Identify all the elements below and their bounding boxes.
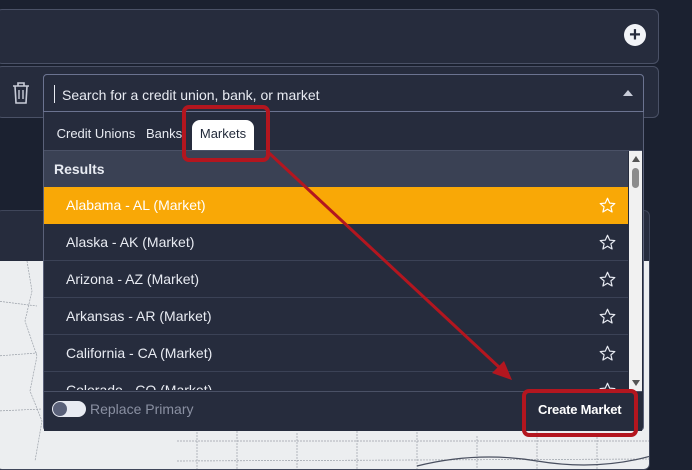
- tab-banks[interactable]: Banks: [146, 120, 184, 148]
- text-caret: [54, 85, 55, 103]
- list-item[interactable]: Colorado - CO (Market): [44, 372, 628, 390]
- results-scrollbar[interactable]: [629, 151, 642, 391]
- star-icon[interactable]: [599, 197, 616, 214]
- list-item[interactable]: California - CA (Market): [44, 335, 628, 372]
- results-heading: Results: [44, 151, 628, 187]
- star-icon[interactable]: [599, 345, 616, 362]
- list-item-label: Alabama - AL (Market): [66, 197, 206, 213]
- list-item[interactable]: Arkansas - AR (Market): [44, 298, 628, 335]
- markets-tab-highlight: [182, 105, 270, 162]
- list-item-label: Arkansas - AR (Market): [66, 308, 212, 324]
- list-item-label: Colorado - CO (Market): [66, 382, 213, 390]
- results-list: Alabama - AL (Market) Alaska - AK (Marke…: [44, 187, 628, 390]
- list-item-label: Arizona - AZ (Market): [66, 271, 200, 287]
- search-input[interactable]: [60, 83, 604, 107]
- toggle-knob: [53, 402, 67, 416]
- scroll-thumb[interactable]: [632, 168, 639, 188]
- replace-primary-toggle[interactable]: [52, 401, 86, 417]
- tab-credit-unions[interactable]: Credit Unions: [50, 120, 142, 148]
- star-icon[interactable]: [599, 308, 616, 325]
- search-field[interactable]: [43, 74, 644, 112]
- list-item[interactable]: Alaska - AK (Market): [44, 224, 628, 261]
- add-icon[interactable]: +: [624, 24, 646, 46]
- scroll-up-icon[interactable]: [632, 156, 640, 162]
- list-item[interactable]: Arizona - AZ (Market): [44, 261, 628, 298]
- trash-icon[interactable]: [10, 81, 32, 105]
- list-item[interactable]: Alabama - AL (Market): [44, 187, 628, 224]
- list-item-label: California - CA (Market): [66, 345, 213, 361]
- scroll-down-icon[interactable]: [632, 380, 640, 386]
- star-icon[interactable]: [599, 234, 616, 251]
- caret-up-icon[interactable]: [623, 90, 633, 96]
- replace-primary-label: Replace Primary: [90, 401, 194, 417]
- result-tabs: Credit Unions Banks Markets: [44, 114, 642, 151]
- star-icon[interactable]: [599, 271, 616, 288]
- create-market-highlight: [522, 389, 638, 437]
- list-item-label: Alaska - AK (Market): [66, 234, 195, 250]
- top-panel: [0, 9, 659, 64]
